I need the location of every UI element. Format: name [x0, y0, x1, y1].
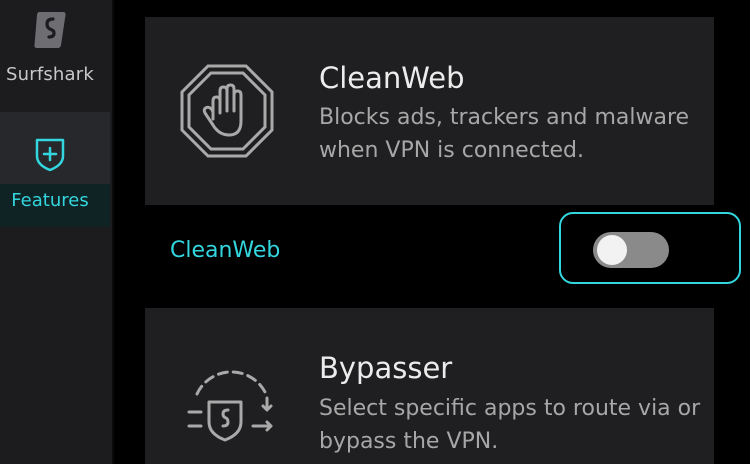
surfshark-logo-icon — [34, 12, 66, 48]
sidebar-item-label: Features — [11, 190, 89, 211]
cleanweb-toggle-row: CleanWeb — [145, 205, 750, 308]
cleanweb-toggle-label: CleanWeb — [170, 238, 281, 263]
feature-title: Bypasser — [319, 351, 453, 385]
stop-hand-icon — [180, 64, 274, 158]
bypasser-shield-icon — [187, 370, 273, 442]
brand: Surfshark — [0, 0, 112, 100]
feature-description: Select specific apps to route via or byp… — [319, 396, 701, 454]
shield-plus-icon — [35, 138, 65, 172]
cleanweb-toggle-switch[interactable] — [593, 232, 669, 268]
feature-card-cleanweb[interactable]: CleanWeb Blocks ads, trackers and malwar… — [145, 17, 714, 205]
app-window: Surfshark Features CleanWeb Blocks ads, … — [0, 0, 750, 464]
feature-description: Blocks ads, trackers and malware when VP… — [319, 105, 690, 163]
toggle-thumb — [597, 235, 627, 265]
sidebar-divider — [112, 0, 114, 464]
sidebar: Surfshark Features — [0, 0, 112, 464]
feature-card-bypasser[interactable]: Bypasser Select specific apps to route v… — [145, 308, 714, 464]
feature-title: CleanWeb — [319, 61, 465, 95]
brand-name: Surfshark — [5, 64, 94, 85]
